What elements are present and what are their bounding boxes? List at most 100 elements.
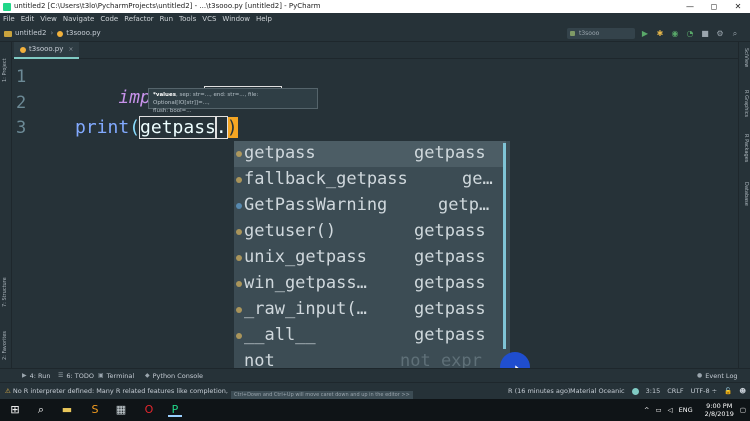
- theme-label[interactable]: Material Oceanic: [570, 383, 625, 400]
- windows-start-icon[interactable]: ⊞: [8, 403, 22, 417]
- profile-icon[interactable]: ◔: [686, 29, 694, 38]
- completion-item[interactable]: unix_getpass getpass: [234, 245, 506, 271]
- completion-item[interactable]: _raw_input(… getpass: [234, 297, 506, 323]
- project-tool-button[interactable]: 1: Project: [2, 58, 8, 82]
- status-message[interactable]: ⚠ No R interpreter defined: Many R relat…: [5, 383, 230, 400]
- getpass-reference: getpass: [139, 116, 217, 139]
- parameter-info-popup: *values, sep: str=..., end: str=..., fil…: [148, 88, 318, 114]
- favorites-tool-button[interactable]: 2: Favorites: [2, 331, 8, 360]
- sciview-tool-button[interactable]: SciView: [743, 48, 749, 67]
- breadcrumb: untitled2 › t3sooo.py: [4, 25, 101, 42]
- menu-edit[interactable]: Edit: [21, 13, 35, 25]
- window-controls: — ◻ ✕: [678, 0, 750, 13]
- terminal-tool-button[interactable]: ▣ Terminal: [98, 369, 134, 383]
- breadcrumb-file[interactable]: t3sooo.py: [66, 25, 100, 42]
- completion-item[interactable]: getuser() getpass: [234, 219, 506, 245]
- settings-icon[interactable]: ⚙: [716, 29, 724, 38]
- structure-tool-button[interactable]: 7: Structure: [2, 277, 8, 307]
- terminal-icon: ▣: [98, 372, 104, 379]
- network-icon[interactable]: ▭: [655, 406, 661, 414]
- completion-item[interactable]: getpass getpass: [234, 141, 506, 167]
- completion-item[interactable]: GetPassWarning getp…: [234, 193, 506, 219]
- python-console-tool-button[interactable]: ◆ Python Console: [145, 369, 203, 383]
- run-configuration-select[interactable]: t3sooo: [567, 28, 635, 39]
- breadcrumb-project[interactable]: untitled2: [15, 25, 46, 42]
- completion-item[interactable]: fallback_getpass ge…: [234, 167, 506, 193]
- language-indicator[interactable]: ENG: [679, 406, 693, 414]
- caret-position[interactable]: 3:15: [646, 383, 661, 400]
- chevron-up-icon[interactable]: ^: [644, 406, 649, 414]
- maximize-button[interactable]: ◻: [702, 0, 726, 13]
- window-title: untitled2 [C:\Users\t3lo\PycharmProjects…: [14, 2, 321, 10]
- clock-time: 9:00 PM: [706, 402, 733, 410]
- notifications-icon[interactable]: ▢: [740, 406, 746, 414]
- navigation-bar: untitled2 › t3sooo.py t3sooo ▶ ✱ ◉ ◔ ■ ⚙…: [0, 25, 750, 42]
- menu-navigate[interactable]: Navigate: [63, 13, 94, 25]
- completion-item[interactable]: not not expr: [234, 349, 506, 368]
- minimize-button[interactable]: —: [678, 0, 702, 13]
- dot-accessor: .: [214, 116, 228, 139]
- system-tray: ^ ▭ ◁ ENG 9:00 PM 2/8/2019 ▢: [638, 401, 746, 419]
- opera-icon[interactable]: O: [142, 403, 156, 417]
- menu-bar: File Edit View Navigate Code Refactor Ru…: [0, 13, 750, 25]
- stop-icon[interactable]: ■: [701, 29, 709, 38]
- pycharm-taskbar-icon[interactable]: P: [168, 403, 182, 417]
- completion-scrollbar[interactable]: [503, 143, 506, 349]
- debug-icon[interactable]: ✱: [656, 29, 664, 38]
- menu-code[interactable]: Code: [100, 13, 118, 25]
- function-icon: [236, 151, 242, 157]
- line-separator[interactable]: CRLF: [667, 383, 683, 400]
- line-number: 3: [16, 118, 27, 138]
- app-icon[interactable]: ▦: [114, 403, 128, 417]
- search-icon[interactable]: ⌕: [34, 403, 48, 417]
- tab-t3sooo[interactable]: t3sooo.py ×: [14, 41, 80, 59]
- volume-icon[interactable]: ◁: [668, 406, 673, 414]
- menu-vcs[interactable]: VCS: [202, 13, 216, 25]
- menu-run[interactable]: Run: [160, 13, 173, 25]
- function-icon: [236, 281, 242, 287]
- menu-file[interactable]: File: [3, 13, 15, 25]
- file-encoding[interactable]: UTF-8 ÷: [691, 383, 717, 400]
- event-log-icon: ●: [697, 372, 703, 379]
- clock[interactable]: 9:00 PM 2/8/2019: [699, 402, 734, 418]
- hint-more-link[interactable]: >>: [401, 392, 409, 398]
- function-icon: [236, 229, 242, 235]
- completion-item[interactable]: __all__ getpass: [234, 323, 506, 349]
- class-icon: [236, 203, 242, 209]
- file-explorer-icon[interactable]: ▬: [60, 403, 74, 417]
- coverage-icon[interactable]: ◉: [671, 29, 679, 38]
- run-tool-button[interactable]: ▶ 4: Run: [22, 369, 50, 383]
- clock-date: 2/8/2019: [704, 410, 734, 418]
- close-button[interactable]: ✕: [726, 0, 750, 13]
- param-hint-current: *values: [153, 92, 176, 98]
- database-tool-button[interactable]: Database: [743, 182, 749, 206]
- print-function: print: [75, 117, 130, 138]
- tab-close-icon[interactable]: ×: [68, 41, 73, 58]
- pycharm-icon: [3, 3, 11, 11]
- menu-help[interactable]: Help: [256, 13, 272, 25]
- completion-popup[interactable]: getpass getpass fallback_getpass ge… Get…: [234, 141, 510, 368]
- lock-icon[interactable]: 🔓: [724, 383, 732, 400]
- python-file-icon: [57, 30, 64, 37]
- search-icon[interactable]: ⌕: [731, 29, 739, 38]
- close-paren: ): [226, 117, 238, 138]
- menu-window[interactable]: Window: [222, 13, 250, 25]
- tab-label: t3sooo.py: [29, 45, 64, 53]
- r-graphics-tool-button[interactable]: R Graphics: [743, 90, 749, 117]
- menu-view[interactable]: View: [40, 13, 57, 25]
- run-icon[interactable]: ▶: [641, 29, 649, 38]
- event-log-tool-button[interactable]: ● Event Log: [697, 369, 738, 383]
- right-tool-strip: SciView R Graphics R Packages Database: [738, 42, 750, 368]
- todo-tool-button[interactable]: ☰ 6: TODO: [58, 369, 94, 383]
- completion-item[interactable]: win_getpass… getpass: [234, 271, 506, 297]
- r-packages-tool-button[interactable]: R Packages: [743, 134, 749, 162]
- sublime-text-icon[interactable]: S: [88, 403, 102, 417]
- function-icon: [236, 307, 242, 313]
- menu-refactor[interactable]: Refactor: [124, 13, 153, 25]
- line-number: 1: [16, 67, 27, 87]
- windows-taskbar: ⊞ ⌕ ▬ S ▦ O P ^ ▭ ◁ ENG 9:00 PM 2/8/2019…: [0, 399, 750, 421]
- inspection-icon[interactable]: ☻: [739, 383, 746, 400]
- menu-tools[interactable]: Tools: [179, 13, 196, 25]
- bottom-tool-bar: ▶ 4: Run ☰ 6: TODO ▣ Terminal ◆ Python C…: [0, 368, 750, 382]
- open-paren: (: [129, 117, 141, 138]
